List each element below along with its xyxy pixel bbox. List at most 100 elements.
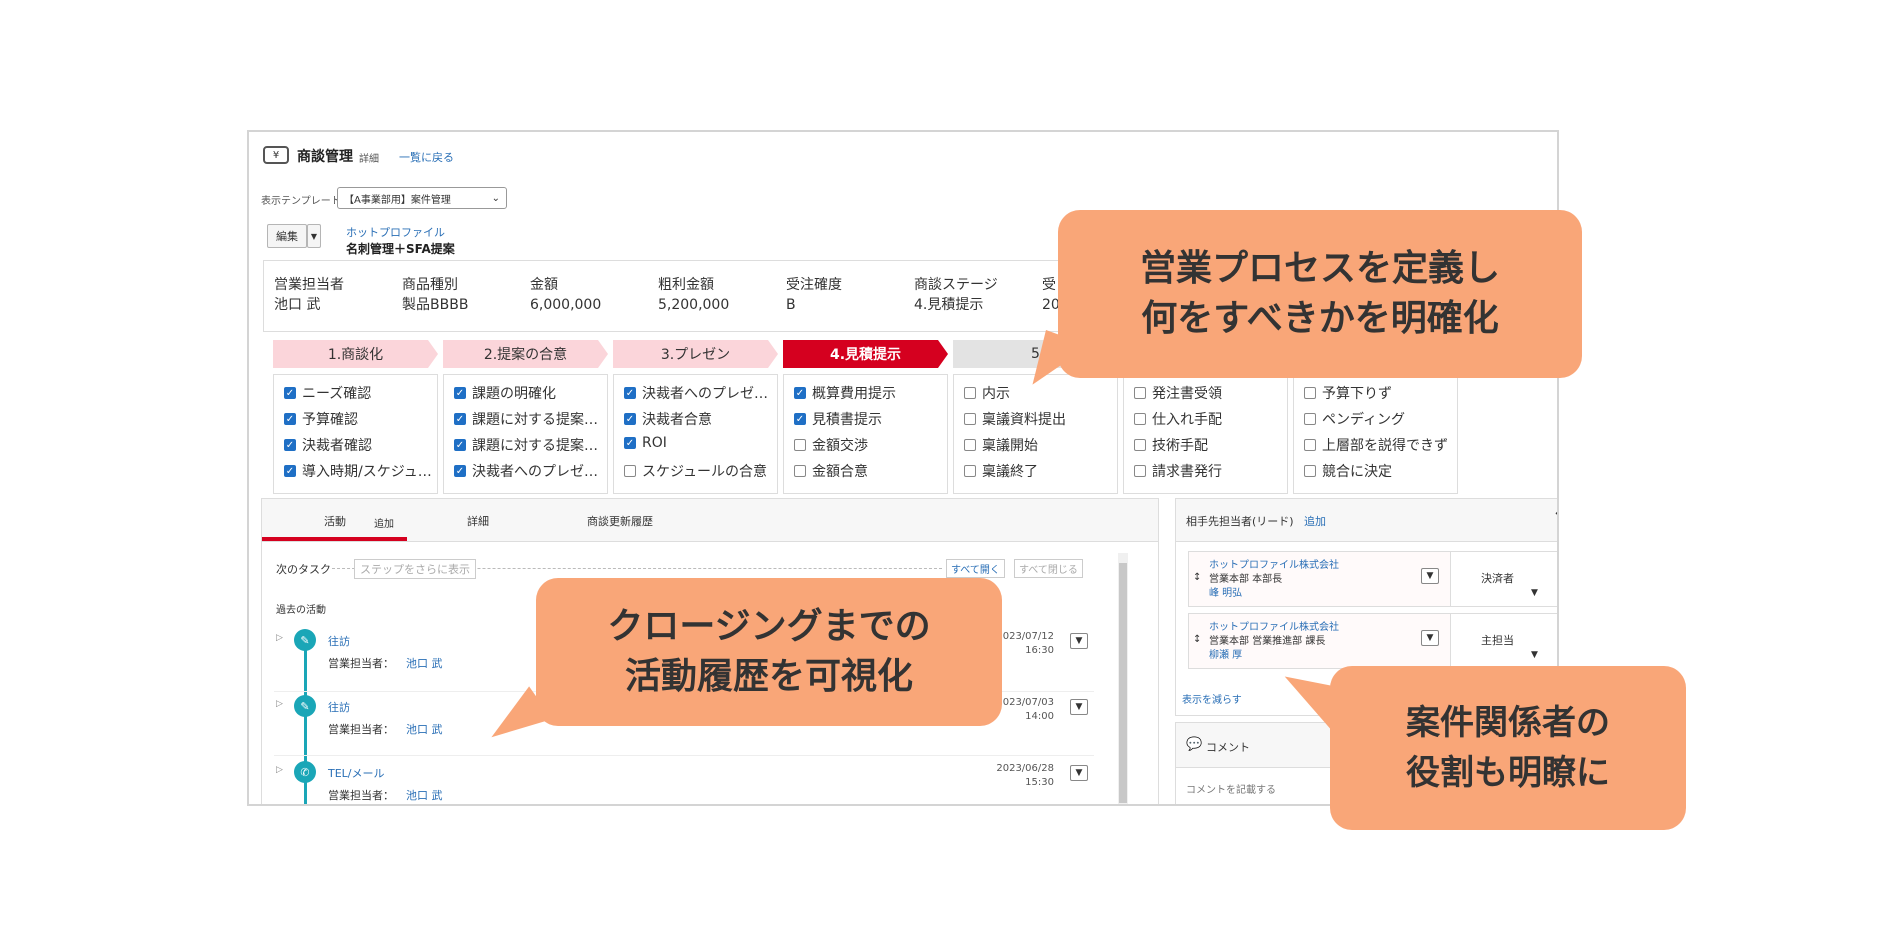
drag-handle-icon[interactable]: ↕ bbox=[1193, 572, 1201, 583]
checkbox-unchecked[interactable] bbox=[1134, 413, 1146, 425]
checkbox-checked[interactable]: ✓ bbox=[454, 387, 466, 399]
checklist-item[interactable]: 予算下りず bbox=[1304, 383, 1392, 403]
template-select[interactable]: 【A事業部用】案件管理 ⌄ bbox=[337, 187, 507, 209]
checklist-item[interactable]: 内示 bbox=[964, 383, 1010, 403]
contact-menu-button[interactable]: ▼ bbox=[1421, 568, 1439, 584]
checkbox-checked[interactable]: ✓ bbox=[624, 387, 636, 399]
checkbox-checked[interactable]: ✓ bbox=[284, 439, 296, 451]
expand-icon[interactable]: ▷ bbox=[276, 765, 283, 775]
tab-deal-history[interactable]: 商談更新履歴 bbox=[587, 513, 653, 529]
activity-owner[interactable]: 池口 武 bbox=[406, 787, 443, 803]
edit-menu-button[interactable]: ▼ bbox=[307, 224, 321, 248]
contact-name[interactable]: 柳瀬 厚 bbox=[1209, 646, 1242, 661]
contact-menu-button[interactable]: ▼ bbox=[1421, 630, 1439, 646]
stage-4-current[interactable]: 4.見積提示 bbox=[783, 340, 948, 368]
checklist-item[interactable]: ✓ 決裁者合意 bbox=[624, 409, 712, 429]
checkbox-unchecked[interactable] bbox=[794, 465, 806, 477]
contact-company[interactable]: ホットプロファイル株式会社 bbox=[1209, 618, 1339, 633]
checkbox-unchecked[interactable] bbox=[1304, 439, 1316, 451]
checkbox-unchecked[interactable] bbox=[1134, 465, 1146, 477]
checkbox-checked[interactable]: ✓ bbox=[284, 387, 296, 399]
checklist-item[interactable]: ✓ 課題に対する提案… bbox=[454, 435, 598, 455]
tab-activity[interactable]: 活動 bbox=[324, 513, 346, 529]
checklist-item[interactable]: 競合に決定 bbox=[1304, 461, 1392, 481]
checkbox-unchecked[interactable] bbox=[964, 387, 976, 399]
checklist-item[interactable]: ✓ 見積書提示 bbox=[794, 409, 882, 429]
checklist-item[interactable]: 金額合意 bbox=[794, 461, 868, 481]
show-steps-button[interactable]: ステップをさらに表示 bbox=[354, 559, 476, 579]
collapse-icon[interactable]: ⌃ bbox=[1552, 507, 1557, 528]
stage-3[interactable]: 3.プレゼン bbox=[613, 340, 778, 368]
checkbox-checked[interactable]: ✓ bbox=[454, 413, 466, 425]
checkbox-unchecked[interactable] bbox=[1304, 465, 1316, 477]
company-link[interactable]: ホットプロファイル bbox=[346, 224, 445, 240]
add-activity-link[interactable]: 追加 bbox=[374, 515, 394, 530]
expand-icon[interactable]: ▷ bbox=[276, 633, 283, 643]
contact-role-select[interactable]: 決済者 ▼ bbox=[1450, 551, 1557, 607]
checklist-item[interactable]: ✓ 概算費用提示 bbox=[794, 383, 896, 403]
checklist-item[interactable]: 稟議終了 bbox=[964, 461, 1038, 481]
close-all-button[interactable]: すべて閉じる bbox=[1014, 559, 1083, 578]
checklist-item[interactable]: スケジュールの合意 bbox=[624, 461, 767, 481]
stage-2[interactable]: 2.提案の合意 bbox=[443, 340, 608, 368]
checkbox-checked[interactable]: ✓ bbox=[624, 413, 636, 425]
checklist-item[interactable]: ✓ 課題の明確化 bbox=[454, 383, 556, 403]
checklist-item[interactable]: ペンディング bbox=[1304, 409, 1405, 429]
checkbox-checked[interactable]: ✓ bbox=[624, 437, 636, 449]
checklist-item[interactable]: 金額交渉 bbox=[794, 435, 868, 455]
checklist-item[interactable]: ✓ ニーズ確認 bbox=[284, 383, 371, 403]
checklist-item[interactable]: ✓ 決裁者へのプレゼ… bbox=[454, 461, 598, 481]
checkbox-unchecked[interactable] bbox=[624, 465, 636, 477]
activity-menu-button[interactable]: ▼ bbox=[1070, 633, 1088, 649]
contact-name[interactable]: 峰 明弘 bbox=[1209, 584, 1242, 599]
scrollbar-thumb[interactable] bbox=[1119, 563, 1127, 803]
checklist-item[interactable]: 請求書発行 bbox=[1134, 461, 1222, 481]
checkbox-checked[interactable]: ✓ bbox=[454, 439, 466, 451]
checkbox-checked[interactable]: ✓ bbox=[284, 413, 296, 425]
activity-menu-button[interactable]: ▼ bbox=[1070, 699, 1088, 715]
checklist-item[interactable]: 上層部を説得できず bbox=[1304, 435, 1448, 455]
checkbox-checked[interactable]: ✓ bbox=[794, 413, 806, 425]
contact-card[interactable]: ↕ ホットプロファイル株式会社 営業本部 本部長 峰 明弘 ▼ bbox=[1188, 551, 1452, 607]
checklist-item[interactable]: ✓ 導入時期/スケジュ… bbox=[284, 461, 432, 481]
activity-menu-button[interactable]: ▼ bbox=[1070, 765, 1088, 781]
checkbox-unchecked[interactable] bbox=[1134, 439, 1146, 451]
contact-role-select[interactable]: 主担当 ▼ bbox=[1450, 613, 1557, 669]
checklist-item[interactable]: 稟議開始 bbox=[964, 435, 1038, 455]
checklist-item[interactable]: ✓ ROI bbox=[624, 435, 667, 451]
checkbox-unchecked[interactable] bbox=[964, 413, 976, 425]
activity-owner[interactable]: 池口 武 bbox=[406, 655, 443, 671]
checkbox-unchecked[interactable] bbox=[1304, 413, 1316, 425]
checkbox-checked[interactable]: ✓ bbox=[284, 465, 296, 477]
activity-owner[interactable]: 池口 武 bbox=[406, 721, 443, 737]
checkbox-unchecked[interactable] bbox=[794, 439, 806, 451]
checklist-item[interactable]: 稟議資料提出 bbox=[964, 409, 1066, 429]
checklist-item[interactable]: 仕入れ手配 bbox=[1134, 409, 1222, 429]
checklist-item[interactable]: 技術手配 bbox=[1134, 435, 1208, 455]
checklist-item[interactable]: ✓ 決裁者確認 bbox=[284, 435, 372, 455]
checklist-item[interactable]: ✓ 課題に対する提案… bbox=[454, 409, 598, 429]
activity-type[interactable]: 往訪 bbox=[328, 633, 350, 649]
add-contact-link[interactable]: 追加 bbox=[1304, 513, 1326, 529]
checkbox-unchecked[interactable] bbox=[964, 465, 976, 477]
checkbox-checked[interactable]: ✓ bbox=[794, 387, 806, 399]
open-all-button[interactable]: すべて開く bbox=[946, 559, 1005, 578]
contact-company[interactable]: ホットプロファイル株式会社 bbox=[1209, 556, 1339, 571]
activity-row[interactable]: ▷ ✆ TEL/メール 営業担当者： 池口 武 2023/06/28 15:30… bbox=[274, 761, 1094, 804]
checkbox-unchecked[interactable] bbox=[1134, 387, 1146, 399]
tab-detail[interactable]: 詳細 bbox=[467, 513, 489, 529]
checklist-item[interactable]: 発注書受領 bbox=[1134, 383, 1222, 403]
summary-value[interactable]: 池口 武 bbox=[274, 295, 344, 315]
contact-card[interactable]: ↕ ホットプロファイル株式会社 営業本部 営業推進部 課長 柳瀬 厚 ▼ bbox=[1188, 613, 1452, 669]
show-less-link[interactable]: 表示を減らす bbox=[1182, 691, 1242, 706]
checkbox-unchecked[interactable] bbox=[1304, 387, 1316, 399]
back-to-list-link[interactable]: 一覧に戻る bbox=[399, 149, 454, 165]
activity-type[interactable]: TEL/メール bbox=[328, 765, 385, 781]
stage-1[interactable]: 1.商談化 bbox=[273, 340, 438, 368]
drag-handle-icon[interactable]: ↕ bbox=[1193, 634, 1201, 645]
comment-input[interactable]: コメントを記載する bbox=[1186, 781, 1276, 796]
checkbox-unchecked[interactable] bbox=[964, 439, 976, 451]
checklist-item[interactable]: ✓ 予算確認 bbox=[284, 409, 358, 429]
checklist-item[interactable]: ✓ 決裁者へのプレゼ… bbox=[624, 383, 768, 403]
edit-button[interactable]: 編集 bbox=[267, 224, 307, 248]
